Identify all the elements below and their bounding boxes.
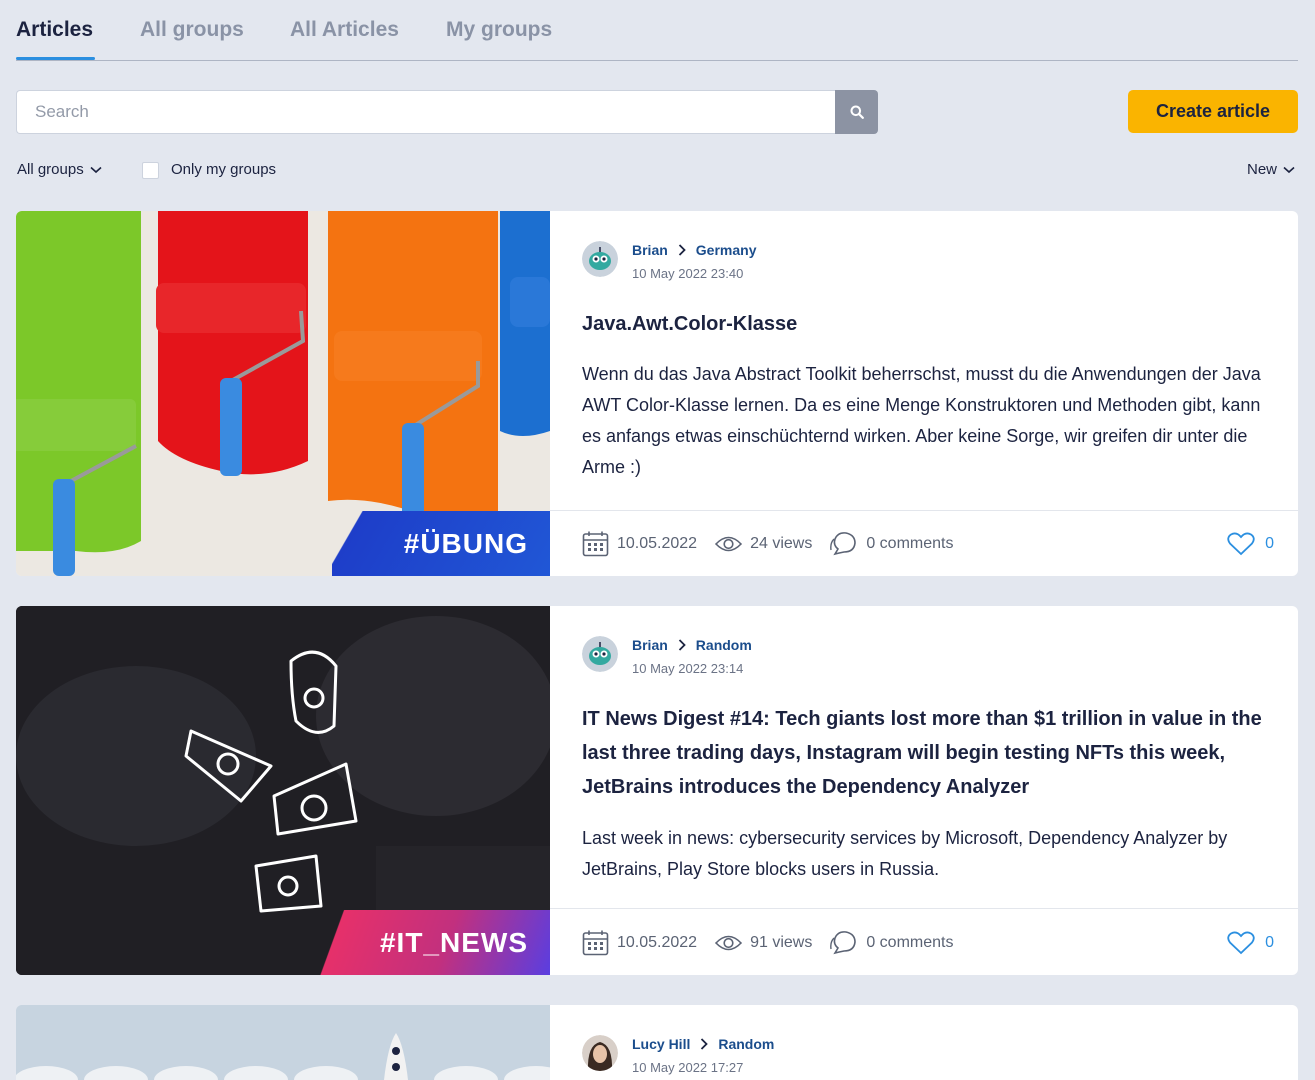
calendar-icon: [582, 930, 609, 956]
tab-articles[interactable]: Articles: [16, 18, 93, 42]
search-icon: [850, 105, 864, 119]
active-tab-indicator: [16, 57, 95, 60]
tab-bar: Articles All groups All Articles My grou…: [16, 0, 1298, 61]
search-button[interactable]: [835, 90, 878, 134]
article-card: #ÜBUNG Brian Germany 10 May 2022 23:40 J…: [16, 211, 1298, 576]
like-button[interactable]: 0: [1227, 931, 1274, 955]
create-article-button[interactable]: Create article: [1128, 90, 1298, 133]
views-count: 24 views: [750, 535, 813, 552]
article-card: #IT_NEWS Brian Random 10 May 2022 23:14 …: [16, 606, 1298, 975]
comments-icon: [830, 532, 857, 556]
comments-icon: [830, 931, 857, 955]
article-meta: 10.05.2022 91 views 0 comments: [582, 928, 971, 958]
group-link[interactable]: Random: [718, 1036, 774, 1052]
avatar[interactable]: [582, 636, 618, 672]
author-line: Brian Random: [632, 637, 752, 653]
author-link[interactable]: Lucy Hill: [632, 1036, 690, 1052]
likes-count: 0: [1265, 934, 1274, 951]
divider: [550, 510, 1298, 511]
article-date: 10.05.2022: [617, 535, 698, 552]
group-link[interactable]: Random: [696, 637, 752, 653]
chevron-down-icon: [1283, 166, 1295, 173]
article-thumbnail[interactable]: #IT_NEWS: [16, 606, 550, 975]
tab-my-groups[interactable]: My groups: [446, 18, 552, 42]
avatar[interactable]: [582, 1035, 618, 1071]
author-link[interactable]: Brian: [632, 637, 668, 653]
chevron-right-icon: [701, 1038, 709, 1050]
article-thumbnail[interactable]: #ÜBUNG: [16, 211, 550, 576]
groups-dropdown-label: All groups: [17, 161, 84, 178]
article-excerpt: Last week in news: cybersecurity service…: [582, 828, 1228, 879]
robot-avatar-icon: [582, 636, 618, 672]
rocket-image: [16, 1005, 550, 1080]
article-body: Lucy Hill Random 10 May 2022 17:27: [550, 1005, 1298, 1080]
chevron-down-icon: [90, 166, 102, 173]
article-body: Brian Random 10 May 2022 23:14 IT News D…: [550, 606, 1298, 975]
user-photo-avatar-icon: [582, 1035, 618, 1071]
article-date: 10.05.2022: [617, 934, 698, 951]
tab-all-groups[interactable]: All groups: [140, 18, 244, 42]
like-button[interactable]: 0: [1227, 532, 1274, 556]
article-excerpt: Wenn du das Java Abstract Toolkit beherr…: [582, 364, 1261, 477]
publish-datetime: 10 May 2022 23:40: [632, 266, 744, 281]
article-title[interactable]: IT News Digest #14: Tech giants lost mor…: [582, 702, 1282, 804]
heart-icon: [1227, 532, 1255, 556]
eye-icon: [715, 935, 743, 951]
author-line: Brian Germany: [632, 242, 757, 258]
avatar[interactable]: [582, 241, 618, 277]
groups-dropdown[interactable]: All groups: [17, 161, 102, 178]
article-title[interactable]: Java.Awt.Color-Klasse: [582, 307, 1282, 341]
group-link[interactable]: Germany: [696, 242, 757, 258]
tab-all-articles[interactable]: All Articles: [290, 18, 399, 42]
only-my-groups-checkbox[interactable]: [142, 162, 159, 179]
calendar-icon: [582, 531, 609, 557]
heart-icon: [1227, 931, 1255, 955]
article-tag-label: #IT_NEWS: [379, 926, 528, 958]
article-thumbnail[interactable]: [16, 1005, 550, 1080]
article-body: Brian Germany 10 May 2022 23:40 Java.Awt…: [550, 211, 1298, 576]
search-input[interactable]: [16, 90, 836, 134]
views-count: 91 views: [750, 934, 813, 951]
author-line: Lucy Hill Random: [632, 1036, 774, 1052]
chevron-right-icon: [678, 244, 686, 256]
article-tag: #ÜBUNG: [332, 511, 550, 576]
article-meta: 10.05.2022 24 views 0 comments: [582, 529, 971, 559]
article-tag: #IT_NEWS: [318, 910, 550, 975]
eye-icon: [715, 536, 743, 552]
sort-dropdown[interactable]: New: [1247, 161, 1295, 178]
chevron-right-icon: [678, 639, 686, 651]
author-link[interactable]: Brian: [632, 242, 668, 258]
comments-count[interactable]: 0 comments: [866, 535, 953, 553]
publish-datetime: 10 May 2022 17:27: [632, 1060, 744, 1075]
publish-datetime: 10 May 2022 23:14: [632, 661, 744, 676]
article-tag-label: #ÜBUNG: [403, 527, 528, 559]
robot-avatar-icon: [582, 241, 618, 277]
article-card: Lucy Hill Random 10 May 2022 17:27: [16, 1005, 1298, 1080]
divider: [550, 908, 1298, 909]
comments-count[interactable]: 0 comments: [866, 934, 953, 952]
likes-count: 0: [1265, 535, 1274, 552]
only-my-groups-label: Only my groups: [171, 161, 277, 178]
sort-dropdown-label: New: [1247, 161, 1278, 178]
